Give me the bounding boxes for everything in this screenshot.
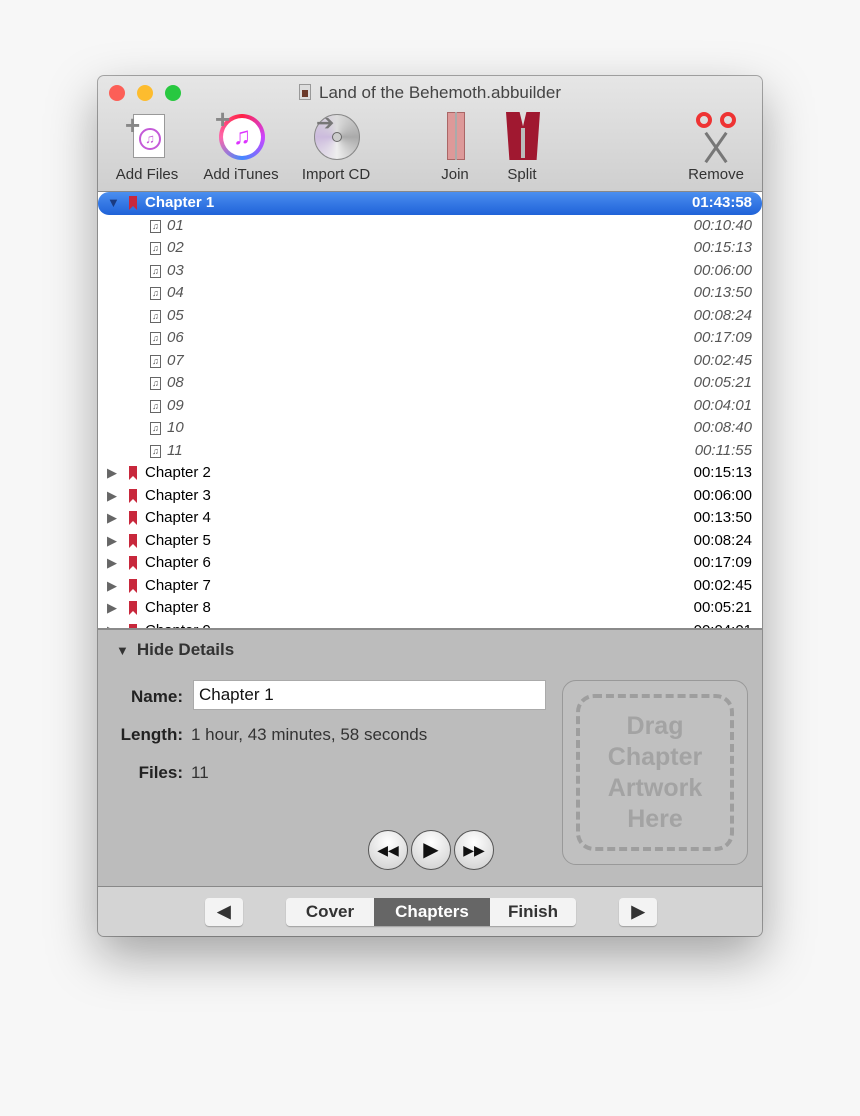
hide-details-toggle[interactable]: ▼ Hide Details [116, 640, 234, 660]
step-tabs: Cover Chapters Finish [286, 898, 576, 926]
file-row[interactable]: ♫ 04 00:13:50 [98, 282, 762, 305]
window-title: Land of the Behemoth.abbuilder [98, 83, 762, 103]
audio-file-icon: ♫ [150, 399, 161, 413]
disclosure-triangle-icon[interactable]: ▼ [107, 192, 120, 214]
bookmark-icon [129, 488, 137, 503]
toolbar-import-cd-button[interactable]: ➔ Import CD [293, 110, 379, 183]
toolbar-add-itunes-button[interactable]: ♫ + Add iTunes [198, 104, 284, 183]
audio-file-icon: ♫ [150, 219, 161, 233]
chapter-list[interactable]: ▼ Chapter 1 01:43:58 ♫ 01 00:10:40 ♫ 02 00:15:13… [98, 192, 762, 628]
files-value: 11 [191, 763, 209, 782]
next-step-button[interactable]: ▶ [619, 898, 657, 926]
tab-cover[interactable]: Cover [286, 898, 374, 926]
toolbar-split-button[interactable]: Split [479, 110, 565, 183]
chapter-row[interactable]: ▶ Chapter 6 00:17:09 [98, 552, 762, 575]
bottom-nav: ◀ Cover Chapters Finish ▶ [98, 886, 762, 936]
audio-file-icon: ♫ [150, 422, 161, 435]
file-row[interactable]: ♫ 09 00:04:01 [98, 395, 762, 418]
file-row[interactable]: ♫ 06 00:17:09 [98, 327, 762, 350]
file-row[interactable]: ♫ 03 00:06:00 [98, 260, 762, 283]
bookmark-icon [129, 196, 137, 210]
files-label: Files: [138, 763, 183, 782]
audio-file-icon: ♫ [150, 354, 161, 368]
audio-file-icon: ♫ [150, 444, 161, 458]
toolbar-remove-button[interactable]: Remove [673, 110, 759, 183]
add-files-icon: ♫ + [121, 110, 173, 162]
file-row[interactable]: ♫ 10 00:08:40 [98, 417, 762, 440]
file-row[interactable]: ♫ 11 00:11:55 [98, 440, 762, 463]
disclosure-triangle-icon[interactable]: ▶ [107, 462, 117, 484]
chapter-row[interactable]: ▶ Chapter 2 00:15:13 [98, 462, 762, 485]
audio-file-icon: ♫ [150, 264, 161, 278]
import-cd-icon: ➔ [310, 110, 362, 162]
file-row[interactable]: ♫ 08 00:05:21 [98, 372, 762, 395]
chapter-row[interactable]: ▶Chapter 900:04:01 [98, 620, 762, 629]
fast-forward-button[interactable]: ▶▶ [454, 830, 494, 870]
bookmark-icon [129, 578, 137, 593]
name-input[interactable] [193, 680, 546, 710]
details-panel: ▼Hide Details Name: Length: 1 hour, 43 m… [98, 628, 762, 886]
disclosure-triangle-icon[interactable]: ▶ [107, 530, 117, 552]
audio-file-icon: ♫ [150, 287, 161, 300]
file-row[interactable]: ♫ 01 00:10:40 [98, 215, 762, 238]
tab-finish[interactable]: Finish [490, 898, 576, 926]
tab-chapters[interactable]: Chapters [374, 898, 490, 926]
audio-file-icon: ♫ [150, 242, 161, 255]
scissors-icon [690, 110, 742, 164]
bookmark-icon [129, 533, 137, 548]
add-itunes-icon: ♫ + [215, 104, 267, 162]
length-value: 1 hour, 43 minutes, 58 seconds [191, 725, 428, 744]
file-row[interactable]: ♫ 07 00:02:45 [98, 350, 762, 373]
previous-step-button[interactable]: ◀ [205, 898, 243, 926]
file-row[interactable]: ♫ 05 00:08:24 [98, 305, 762, 328]
length-label: Length: [120, 725, 183, 744]
play-button[interactable]: ▶ [411, 830, 451, 870]
disclosure-triangle-icon: ▼ [116, 643, 129, 658]
audio-file-icon: ♫ [150, 332, 161, 345]
app-window: Land of the Behemoth.abbuilder ♫ + Add Fil… [98, 76, 762, 936]
bookmark-icon [129, 511, 137, 525]
toolbar-add-files-button[interactable]: ♫ + Add Files [104, 110, 190, 183]
toolbar: Land of the Behemoth.abbuilder ♫ + Add Fil… [98, 76, 762, 192]
audio-file-icon: ♫ [150, 309, 161, 323]
disclosure-triangle-icon[interactable]: ▶ [107, 620, 117, 629]
disclosure-triangle-icon[interactable]: ▶ [107, 575, 117, 597]
audio-file-icon: ♫ [150, 377, 161, 390]
chapter-row[interactable]: ▶ Chapter 8 00:05:21 [98, 597, 762, 620]
disclosure-triangle-icon[interactable]: ▶ [107, 597, 117, 619]
bookmark-icon [129, 601, 137, 615]
chapter-row[interactable]: ▶ Chapter 3 00:06:00 [98, 485, 762, 508]
file-row[interactable]: ♫ 02 00:15:13 [98, 237, 762, 260]
disclosure-triangle-icon[interactable]: ▶ [107, 485, 117, 507]
bookmark-icon [129, 466, 137, 480]
artwork-drop-zone[interactable]: Drag Chapter Artwork Here [562, 680, 748, 865]
zipper-open-icon [496, 110, 548, 162]
zipper-closed-icon [429, 110, 481, 162]
chapter-row[interactable]: ▶ Chapter 4 00:13:50 [98, 507, 762, 530]
chapter-row[interactable]: ▶ Chapter 5 00:08:24 [98, 530, 762, 553]
chapter-row[interactable]: ▼ Chapter 1 01:43:58 [98, 192, 762, 215]
name-label: Name: [131, 687, 183, 706]
rewind-button[interactable]: ◀◀ [368, 830, 408, 870]
disclosure-triangle-icon[interactable]: ▶ [107, 507, 117, 529]
document-icon [299, 84, 312, 100]
disclosure-triangle-icon[interactable]: ▶ [107, 552, 117, 574]
bookmark-icon [129, 556, 137, 570]
chapter-row[interactable]: ▶ Chapter 7 00:02:45 [98, 575, 762, 598]
